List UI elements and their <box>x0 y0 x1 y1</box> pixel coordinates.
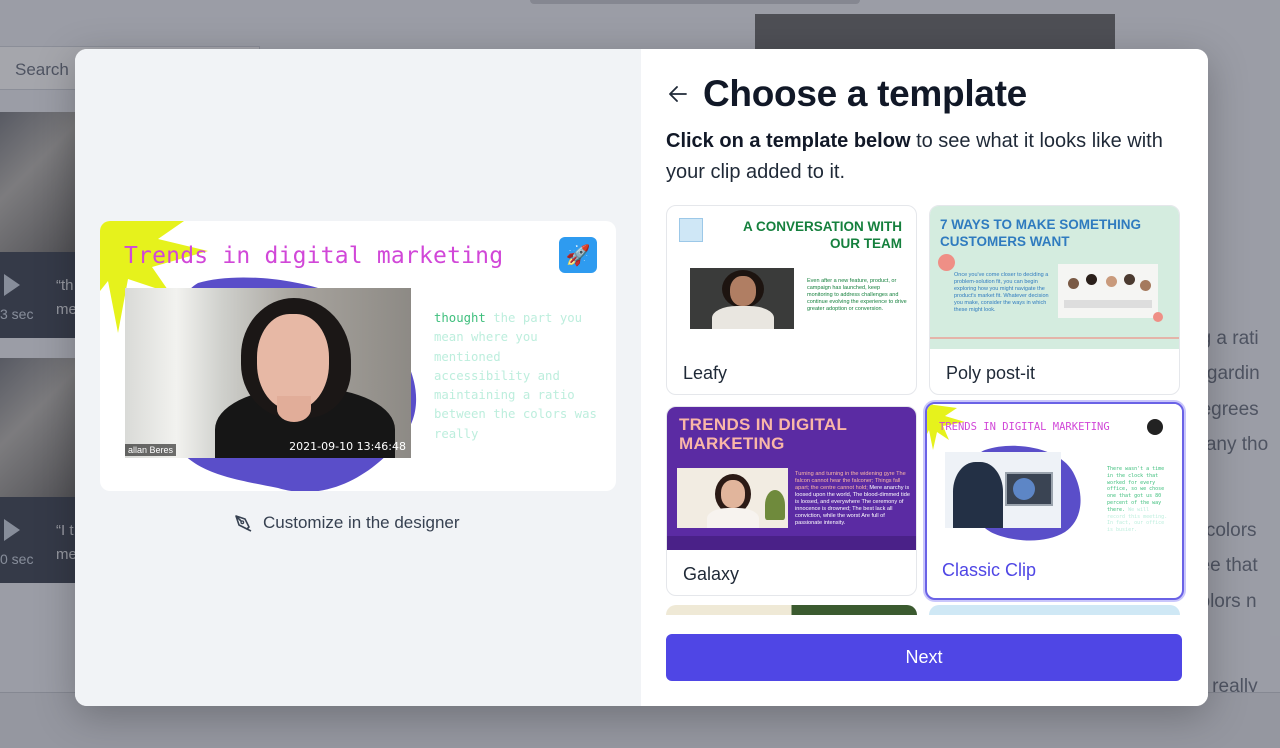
template-name: Classic Clip <box>942 560 1037 580</box>
template-name: Galaxy <box>683 564 740 584</box>
template-thumbnail: TRENDS IN DIGITAL MARKETING There wasn't… <box>927 404 1182 551</box>
template-card-partial[interactable] <box>929 605 1180 615</box>
thumbnail-photo <box>690 268 794 329</box>
thumbnail-photo <box>677 468 788 528</box>
thumbnail-title: TRENDS IN DIGITAL MARKETING <box>939 421 1110 433</box>
wave-decoration <box>667 536 916 550</box>
thumbnail-photo <box>1058 264 1158 318</box>
modal-subtitle: Click on a template below to see what it… <box>666 130 1163 183</box>
rocket-logo-icon: 🚀 <box>559 237 597 273</box>
template-grid: A CONVERSATION WITH OUR TEAM Even after … <box>666 205 1186 615</box>
template-card-classic-clip[interactable]: TRENDS IN DIGITAL MARKETING There wasn't… <box>925 402 1184 600</box>
template-thumbnail: TRENDS IN DIGITAL MARKETING Turning and … <box>667 407 916 550</box>
back-button[interactable] <box>666 82 690 106</box>
thumbnail-title: 7 WAYS TO MAKE SOMETHING CUSTOMERS WANT <box>940 217 1142 249</box>
pen-tool-icon <box>235 515 252 532</box>
speaker-name: allan Beres <box>125 444 177 456</box>
thumbnail-text: There wasn't a time in the clock that wo… <box>1107 466 1168 534</box>
modal-title: Choose a template <box>703 73 1027 114</box>
video-timestamp: 2021-09-10 13:46:48 <box>289 440 406 453</box>
template-chooser-modal: Trends in digital marketing 🚀 allan Bere… <box>75 49 1208 706</box>
preview-panel: Trends in digital marketing 🚀 allan Bere… <box>75 49 641 706</box>
divider <box>930 337 1179 339</box>
thumbnail-title: A CONVERSATION WITH OUR TEAM <box>743 219 902 251</box>
template-name: Poly post-it <box>946 363 1036 383</box>
next-button[interactable]: Next <box>666 634 1182 681</box>
brand-logo-icon <box>679 218 703 242</box>
preview-transcript: thought the part you mean where you ment… <box>434 311 597 441</box>
template-list-panel: Choose a template Click on a template be… <box>641 49 1208 706</box>
template-thumbnail: 7 WAYS TO MAKE SOMETHING CUSTOMERS WANT … <box>930 206 1179 349</box>
arrow-left-icon <box>669 86 687 102</box>
template-card-galaxy[interactable]: TRENDS IN DIGITAL MARKETING Turning and … <box>666 406 917 596</box>
template-card-poly-post-it[interactable]: 7 WAYS TO MAKE SOMETHING CUSTOMERS WANT … <box>929 205 1180 395</box>
dot-decoration <box>938 254 955 271</box>
thumbnail-title: TRENDS IN DIGITAL MARKETING <box>679 415 847 453</box>
template-preview: Trends in digital marketing 🚀 allan Bere… <box>100 221 616 491</box>
customize-label: Customize in the designer <box>263 513 460 532</box>
brand-logo-icon <box>1147 419 1163 435</box>
template-thumbnail: A CONVERSATION WITH OUR TEAM Even after … <box>667 206 916 349</box>
customize-designer-button[interactable]: Customize in the designer <box>233 513 460 533</box>
thumbnail-text: Turning and turning in the widening gyre… <box>795 471 910 526</box>
template-name: Leafy <box>683 363 728 383</box>
thumbnail-photo <box>945 452 1061 528</box>
thumbnail-text: Even after a new feature, product, or ca… <box>807 278 907 312</box>
template-card-leafy[interactable]: A CONVERSATION WITH OUR TEAM Even after … <box>666 205 917 395</box>
thumbnail-text: Once you've come closer to deciding a pr… <box>954 272 1049 313</box>
preview-title: Trends in digital marketing <box>124 243 504 269</box>
dot-decoration <box>1153 312 1163 322</box>
preview-video: allan Beres 2021-09-10 13:46:48 <box>125 288 411 458</box>
template-card-partial[interactable] <box>666 605 917 615</box>
